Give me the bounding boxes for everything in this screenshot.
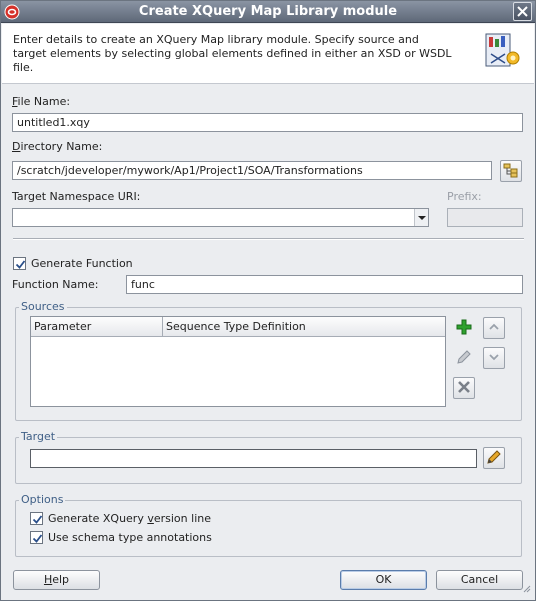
- close-button[interactable]: [513, 2, 532, 21]
- prefix-label: Prefix:: [447, 190, 482, 203]
- move-down-button[interactable]: [483, 347, 505, 369]
- separator: [13, 238, 524, 240]
- dialog-title: Create XQuery Map Library module: [138, 4, 398, 19]
- options-group: [15, 500, 522, 557]
- delete-source-button[interactable]: [453, 377, 475, 399]
- column-header-sequence-type[interactable]: Sequence Type Definition: [166, 320, 306, 333]
- cancel-button[interactable]: Cancel: [436, 570, 523, 590]
- delete-icon: [456, 379, 472, 398]
- namespace-combo[interactable]: [12, 208, 429, 227]
- title-bar: Create XQuery Map Library module: [1, 1, 535, 23]
- ok-button[interactable]: OK: [340, 570, 427, 590]
- column-divider[interactable]: [162, 317, 163, 337]
- schema-annotations-checkbox[interactable]: [30, 531, 43, 544]
- directory-field[interactable]: /scratch/jdeveloper/mywork/Ap1/Project1/…: [12, 161, 492, 180]
- check-icon: [32, 515, 43, 524]
- column-header-parameter[interactable]: Parameter: [34, 320, 91, 333]
- header-panel: Enter details to create an XQuery Map li…: [2, 24, 534, 84]
- check-icon: [15, 260, 26, 269]
- file-name-label: File Name:: [12, 95, 71, 108]
- edit-source-button[interactable]: [453, 347, 475, 369]
- plus-icon: [455, 318, 473, 339]
- target-field[interactable]: [30, 449, 477, 468]
- header-description: Enter details to create an XQuery Map li…: [13, 33, 452, 74]
- pencil-icon: [486, 449, 502, 468]
- schema-annotations-label: Use schema type annotations: [48, 531, 212, 544]
- folder-tree-icon: [503, 162, 519, 181]
- namespace-label: Target Namespace URI:: [12, 190, 141, 203]
- function-name-field[interactable]: func: [126, 275, 523, 294]
- sources-group-title: Sources: [19, 300, 67, 313]
- help-button[interactable]: Help: [13, 570, 100, 590]
- edit-target-button[interactable]: [483, 447, 505, 469]
- generate-function-checkbox[interactable]: [13, 257, 26, 270]
- directory-label: Directory Name:: [12, 140, 103, 153]
- version-line-checkbox[interactable]: [30, 512, 43, 525]
- chevron-up-icon: [487, 320, 501, 337]
- resize-grip-icon[interactable]: [522, 583, 531, 596]
- version-line-label: Generate XQuery version line: [48, 512, 211, 525]
- generate-function-label: Generate Function: [31, 257, 133, 270]
- browse-directory-button[interactable]: [500, 160, 522, 182]
- target-group-title: Target: [19, 430, 58, 443]
- dialog-window: Create XQuery Map Library module Enter d…: [0, 0, 536, 601]
- function-name-label: Function Name:: [12, 278, 99, 291]
- prefix-field: [447, 208, 523, 227]
- chevron-down-icon: [487, 350, 501, 367]
- sources-table-header: Parameter Sequence Type Definition: [31, 317, 445, 337]
- options-group-title: Options: [19, 493, 66, 506]
- check-icon: [32, 534, 43, 543]
- move-up-button[interactable]: [483, 317, 505, 339]
- add-source-button[interactable]: [453, 317, 475, 339]
- sources-table[interactable]: Parameter Sequence Type Definition: [30, 316, 446, 407]
- close-icon: [514, 6, 531, 23]
- xquery-map-icon: [483, 30, 523, 70]
- chevron-down-icon[interactable]: [414, 209, 428, 226]
- pencil-icon: [455, 348, 473, 369]
- file-name-field[interactable]: untitled1.xqy: [12, 113, 523, 132]
